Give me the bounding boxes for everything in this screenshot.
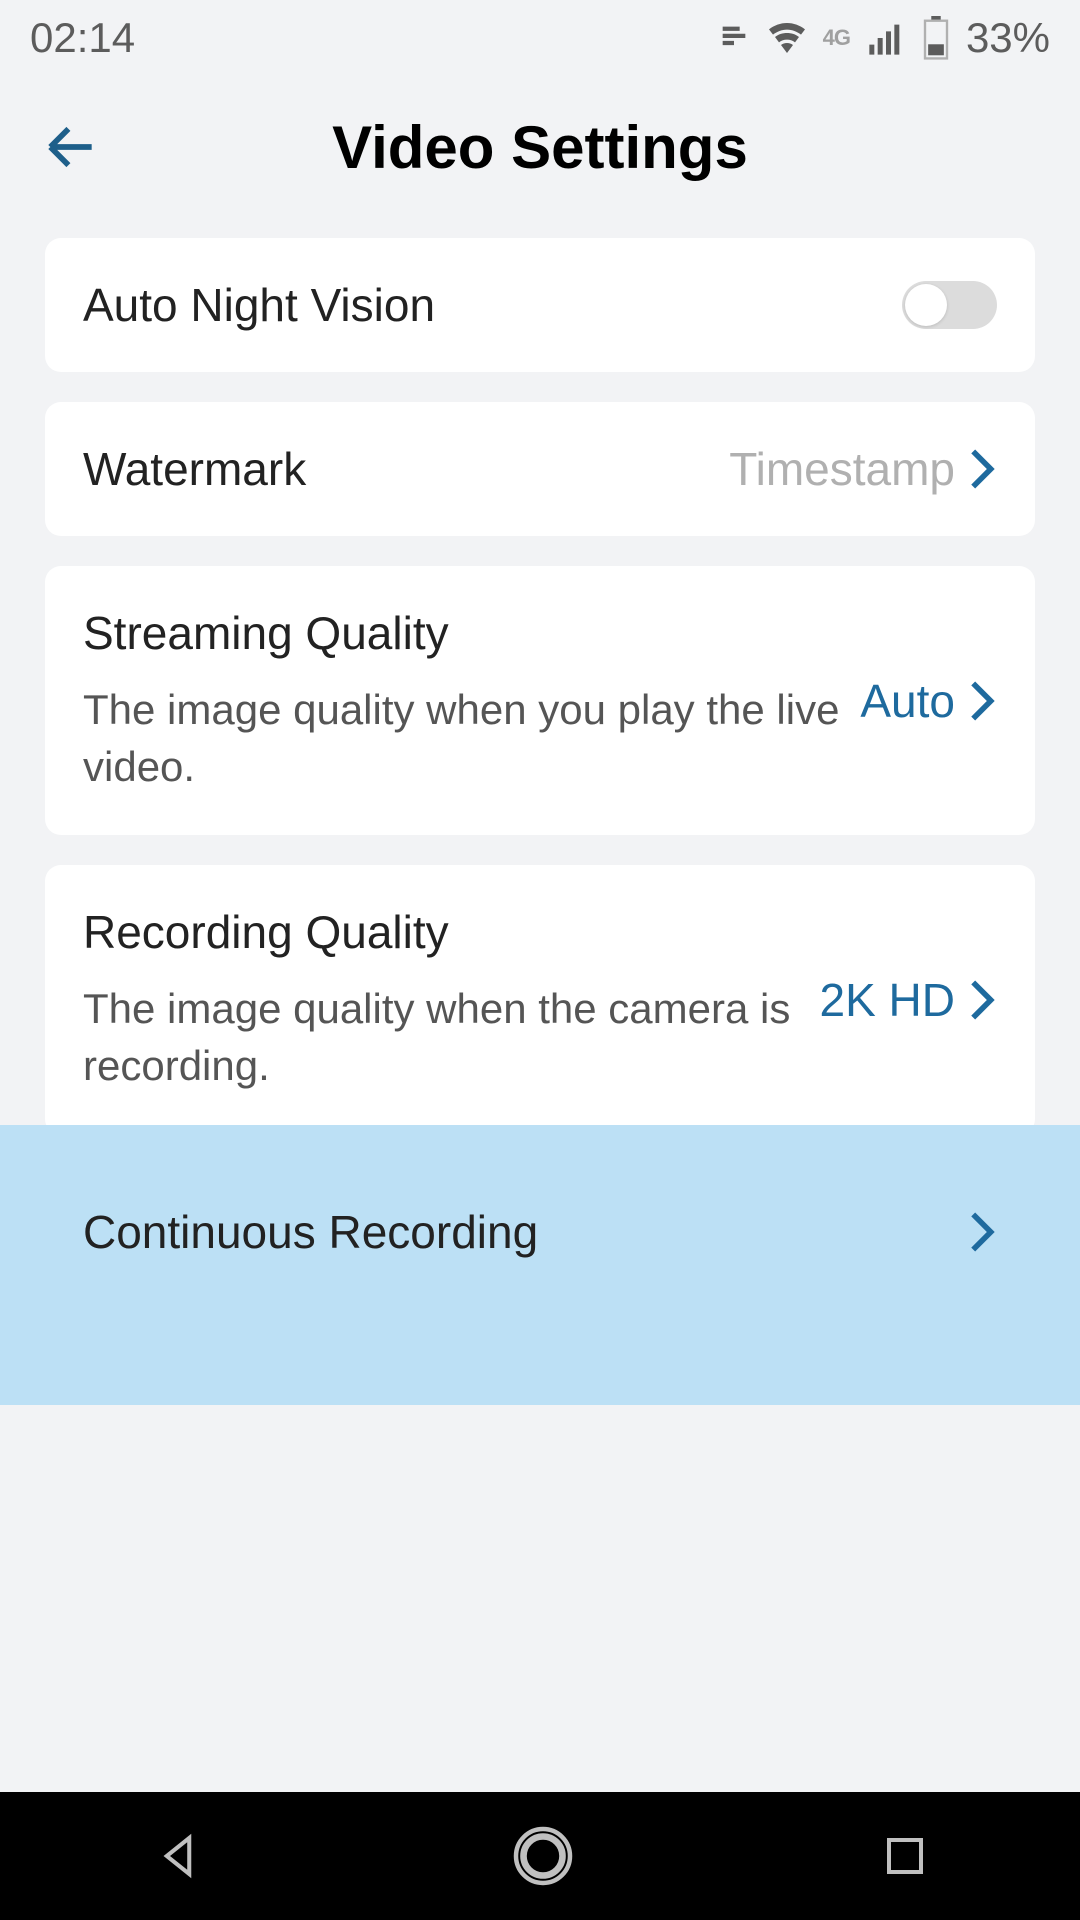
value-streaming-quality: Auto: [860, 674, 955, 728]
nav-recent-icon[interactable]: [881, 1832, 929, 1880]
row-streaming-quality[interactable]: Streaming Quality The image quality when…: [45, 566, 1035, 835]
chevron-right-icon: [967, 1210, 997, 1254]
row-continuous-recording[interactable]: Continuous Recording: [45, 1165, 1035, 1299]
row-watermark[interactable]: Watermark Timestamp: [45, 402, 1035, 536]
toggle-auto-night-vision[interactable]: [902, 281, 997, 329]
row-auto-night-vision[interactable]: Auto Night Vision: [45, 238, 1035, 372]
value-recording-quality: 2K HD: [820, 973, 955, 1027]
label-watermark: Watermark: [83, 442, 306, 496]
status-icons: 4G 33%: [717, 14, 1050, 62]
back-arrow-icon[interactable]: [40, 116, 102, 178]
network-type-label: 4G: [823, 25, 850, 51]
signal-icon: [866, 18, 906, 58]
label-streaming-quality: Streaming Quality: [83, 606, 860, 660]
battery-icon: [922, 16, 950, 60]
page-header: Video Settings: [0, 76, 1080, 238]
status-bar: 02:14 4G 33%: [0, 0, 1080, 76]
label-continuous-recording: Continuous Recording: [83, 1205, 538, 1259]
page-title: Video Settings: [332, 113, 748, 182]
wifi-icon: [767, 18, 807, 58]
nav-back-icon[interactable]: [151, 1829, 205, 1883]
desc-recording-quality: The image quality when the camera is rec…: [83, 981, 820, 1094]
label-auto-night-vision: Auto Night Vision: [83, 278, 435, 332]
row-recording-quality[interactable]: Recording Quality The image quality when…: [45, 865, 1035, 1134]
desc-streaming-quality: The image quality when you play the live…: [83, 682, 860, 795]
system-nav-bar: [0, 1792, 1080, 1920]
chevron-right-icon: [967, 447, 997, 491]
highlight-region: Continuous Recording: [0, 1165, 1080, 1299]
toggle-knob: [905, 284, 947, 326]
chevron-right-icon: [967, 978, 997, 1022]
sim-icon: [717, 21, 751, 55]
battery-percent: 33%: [966, 14, 1050, 62]
value-watermark: Timestamp: [729, 442, 955, 496]
chevron-right-icon: [967, 679, 997, 723]
status-time: 02:14: [30, 14, 135, 62]
label-recording-quality: Recording Quality: [83, 905, 820, 959]
nav-home-icon[interactable]: [507, 1820, 579, 1892]
